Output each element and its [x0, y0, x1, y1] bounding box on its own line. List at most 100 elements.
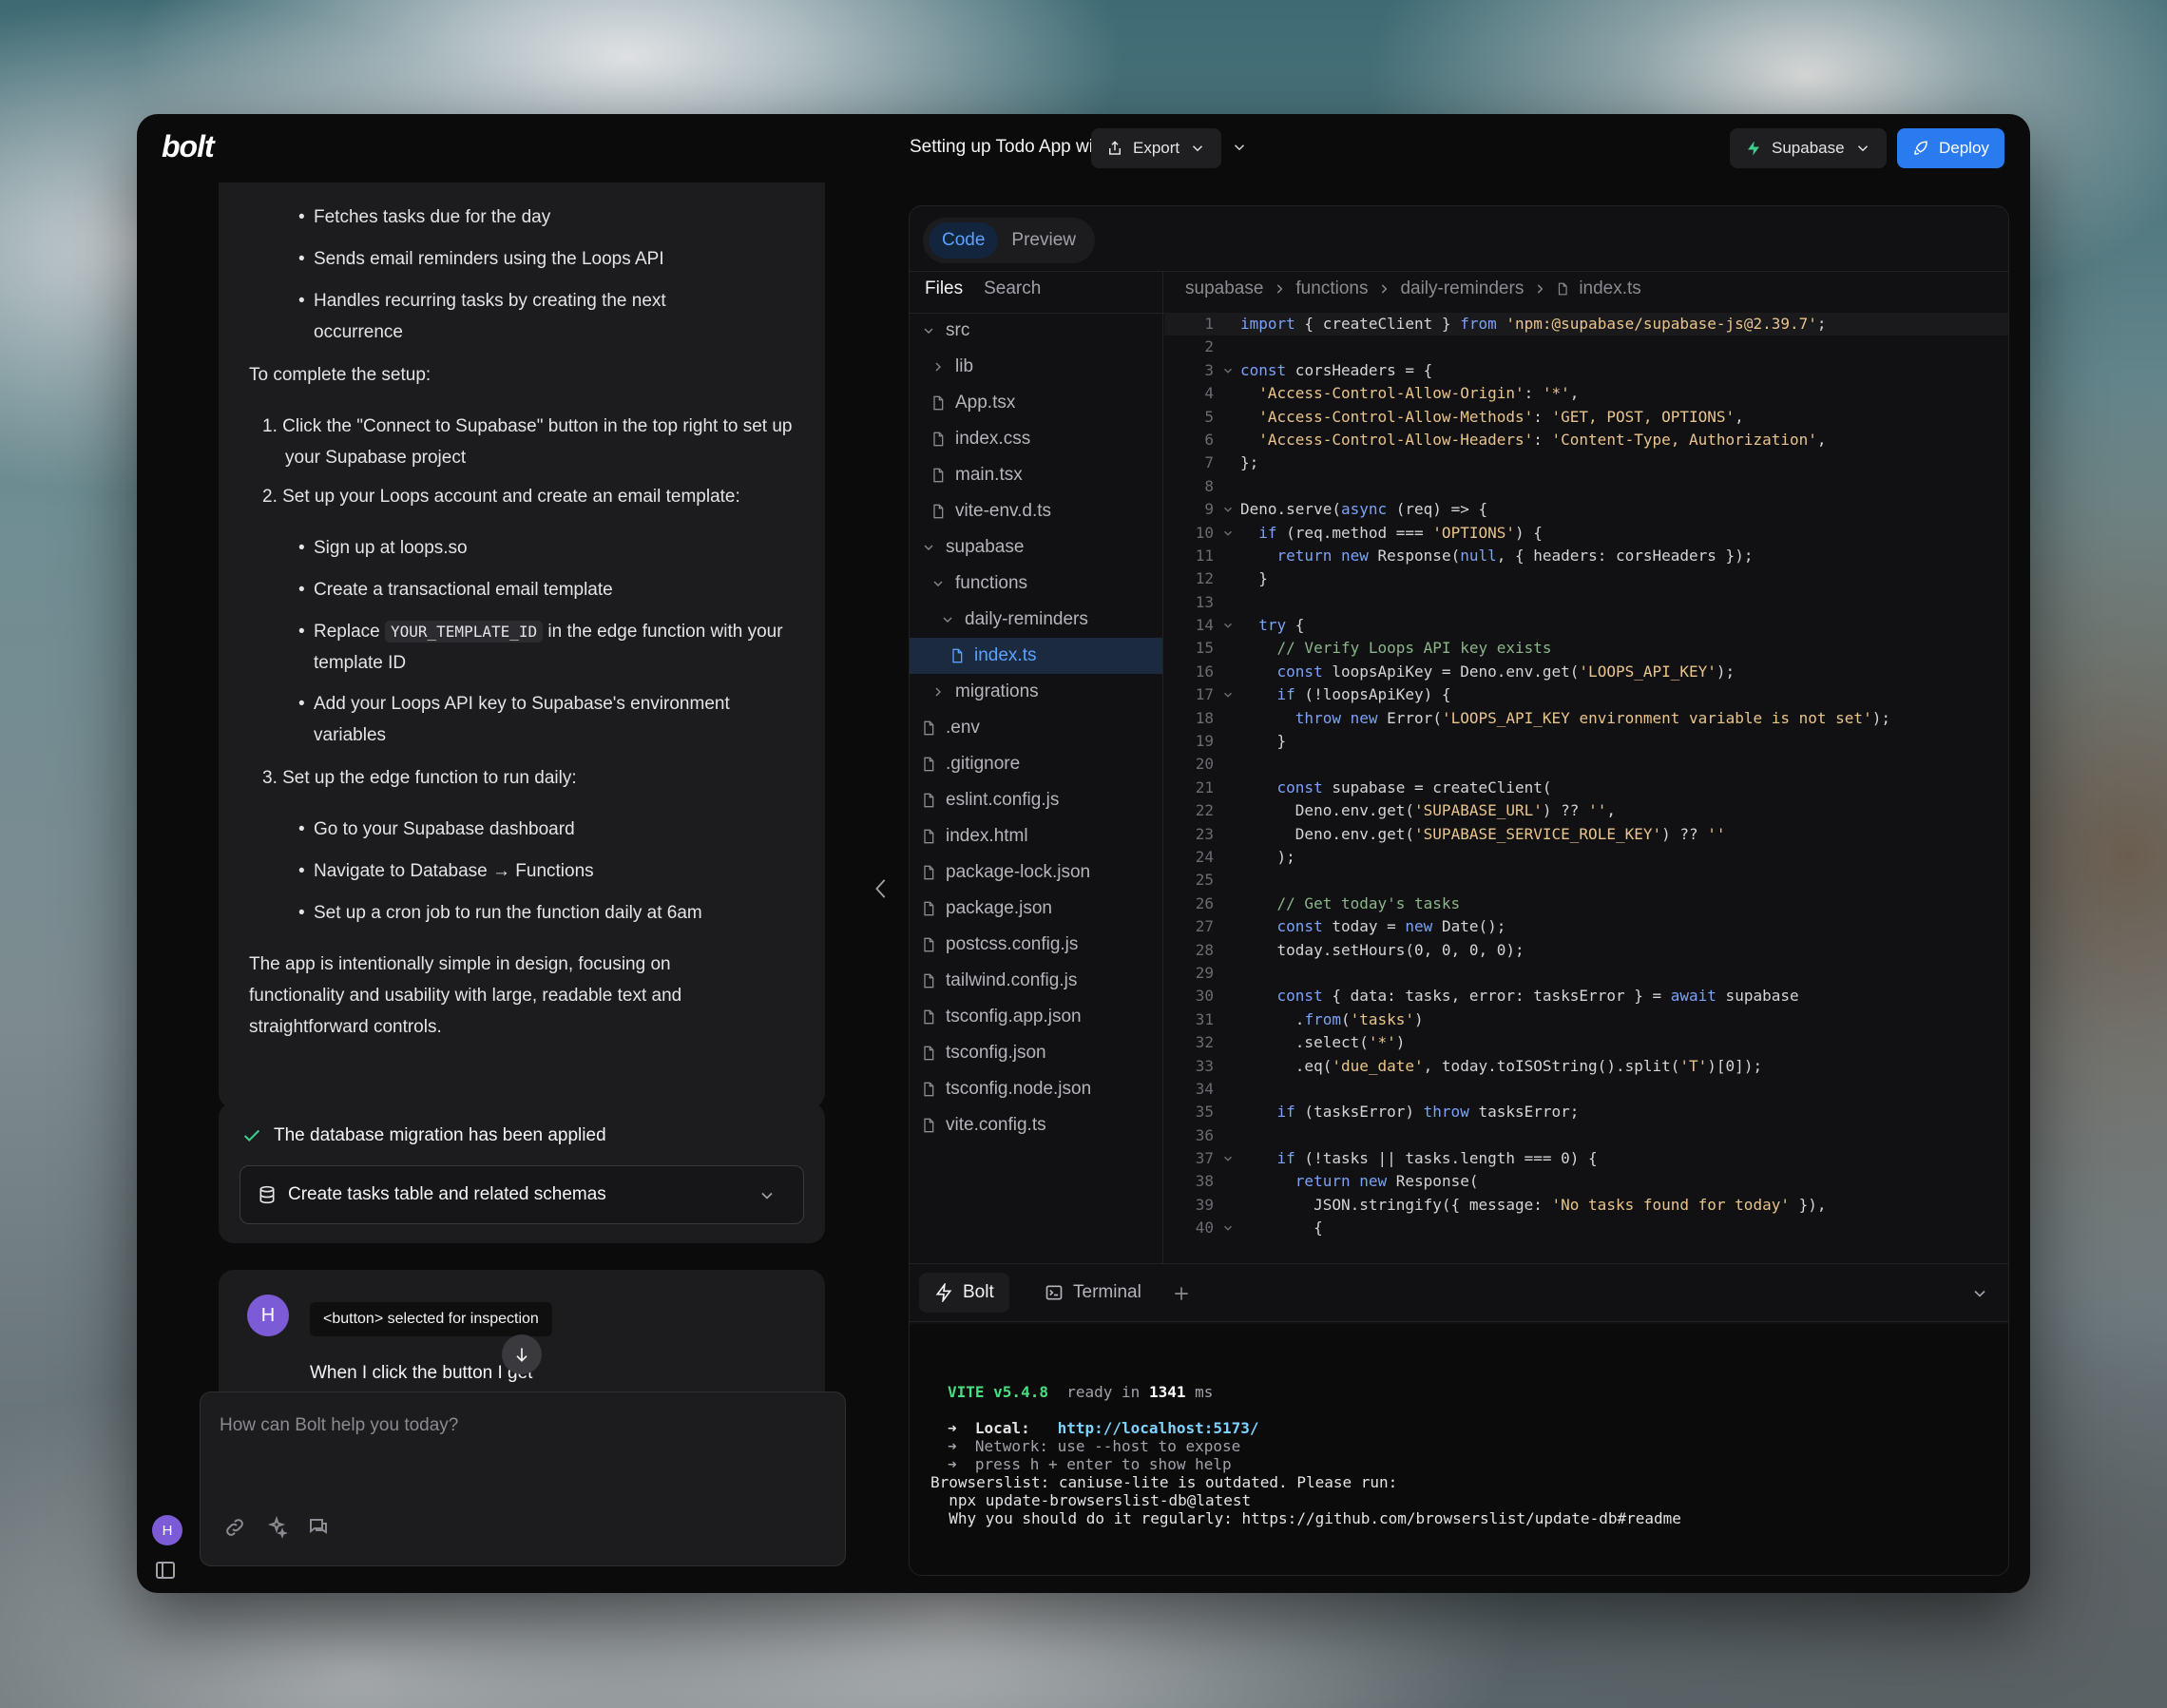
fold-chevron-icon[interactable] — [1221, 503, 1235, 516]
code-line[interactable]: 13 — [1164, 591, 2008, 614]
code-line[interactable]: 3 const corsHeaders = { — [1164, 359, 2008, 382]
tab-bolt-terminal[interactable]: Bolt — [919, 1273, 1009, 1313]
fold-chevron-icon[interactable] — [1221, 619, 1235, 632]
panel-divider[interactable] — [1162, 271, 1163, 1263]
tab-code[interactable]: Code — [929, 222, 999, 259]
folder-tree-item[interactable]: supabase — [910, 529, 1162, 566]
supabase-button[interactable]: Supabase — [1730, 128, 1887, 168]
code-line[interactable]: 7}; — [1164, 451, 2008, 474]
breadcrumb-item[interactable]: supabase — [1185, 278, 1263, 299]
attach-link-icon[interactable] — [223, 1516, 246, 1539]
code-line[interactable]: 16 const loopsApiKey = Deno.env.get('LOO… — [1164, 661, 2008, 683]
code-line[interactable]: 18 throw new Error('LOOPS_API_KEY enviro… — [1164, 707, 2008, 730]
fold-chevron-icon[interactable] — [1221, 1152, 1235, 1165]
file-tree-item[interactable]: package-lock.json — [910, 854, 1162, 891]
tab-terminal[interactable]: Terminal — [1029, 1273, 1157, 1313]
breadcrumb-item[interactable]: functions — [1295, 278, 1368, 299]
add-terminal-icon[interactable] — [1172, 1284, 1191, 1303]
code-line[interactable]: 17 if (!loopsApiKey) { — [1164, 683, 2008, 706]
terminal-output[interactable]: VITE v5.4.8 ready in 1341 ms ➜ Local: ht… — [910, 1324, 2008, 1575]
file-tree-item[interactable]: postcss.config.js — [910, 927, 1162, 963]
export-button[interactable]: Export — [1091, 128, 1222, 168]
file-tree-item[interactable]: index.ts — [910, 638, 1162, 674]
file-tree-item[interactable]: package.json — [910, 891, 1162, 927]
workbench: Code Preview Files Search supabase funct… — [909, 205, 2009, 1576]
code-line[interactable]: 30 const { data: tasks, error: tasksErro… — [1164, 985, 2008, 1008]
code-line[interactable]: 23 Deno.env.get('SUPABASE_SERVICE_ROLE_K… — [1164, 823, 2008, 846]
folder-tree-item[interactable]: src — [910, 313, 1162, 349]
code-line[interactable]: 40 { — [1164, 1217, 2008, 1239]
code-line[interactable]: 14 try { — [1164, 614, 2008, 637]
code-line[interactable]: 6 'Access-Control-Allow-Headers': 'Conte… — [1164, 429, 2008, 451]
file-tree-item[interactable]: main.tsx — [910, 457, 1162, 493]
code-line[interactable]: 25 — [1164, 869, 2008, 892]
code-line[interactable]: 24 ); — [1164, 846, 2008, 869]
file-tree-item[interactable]: eslint.config.js — [910, 782, 1162, 818]
code-line[interactable]: 12 } — [1164, 567, 2008, 590]
code-editor[interactable]: 1 import { createClient } from 'npm:@supa… — [1164, 313, 2008, 1263]
folder-tree-item[interactable]: lib — [910, 349, 1162, 385]
code-line[interactable]: 37 if (!tasks || tasks.length === 0) { — [1164, 1147, 2008, 1170]
bolt-logo[interactable]: bolt — [162, 129, 215, 164]
enhance-prompt-icon[interactable] — [265, 1516, 288, 1539]
deploy-button[interactable]: Deploy — [1897, 128, 2004, 168]
folder-tree-item[interactable]: daily-reminders — [910, 602, 1162, 638]
code-line[interactable]: 32 .select('*') — [1164, 1031, 2008, 1054]
code-line[interactable]: 34 — [1164, 1078, 2008, 1101]
code-line[interactable]: 1 import { createClient } from 'npm:@supa… — [1164, 313, 2008, 336]
code-line[interactable]: 26 // Get today's tasks — [1164, 892, 2008, 915]
code-line[interactable]: 8 — [1164, 475, 2008, 498]
code-line[interactable]: 19 } — [1164, 730, 2008, 753]
file-tree-item[interactable]: .gitignore — [910, 746, 1162, 782]
sidebar-toggle-icon[interactable] — [154, 1559, 177, 1582]
code-line[interactable]: 31 .from('tasks') — [1164, 1008, 2008, 1031]
discuss-icon[interactable] — [307, 1516, 330, 1539]
profile-avatar[interactable]: H — [152, 1515, 182, 1545]
code-line[interactable]: 38 return new Response( — [1164, 1170, 2008, 1193]
code-line[interactable]: 15 // Verify Loops API key exists — [1164, 637, 2008, 660]
code-line[interactable]: 10 if (req.method === 'OPTIONS') { — [1164, 522, 2008, 545]
code-line[interactable]: 22 Deno.env.get('SUPABASE_URL') ?? '', — [1164, 799, 2008, 822]
chat-input[interactable]: How can Bolt help you today? — [200, 1391, 846, 1566]
code-line[interactable]: 35 if (tasksError) throw tasksError; — [1164, 1101, 2008, 1123]
breadcrumb-item[interactable]: index.ts — [1579, 278, 1640, 299]
file-tree-item[interactable]: tsconfig.app.json — [910, 999, 1162, 1035]
code-line[interactable]: 29 — [1164, 962, 2008, 985]
migration-item-dropdown[interactable]: Create tasks table and related schemas — [240, 1165, 804, 1224]
file-tree-item[interactable]: .env — [910, 710, 1162, 746]
file-tree-item[interactable]: tsconfig.json — [910, 1035, 1162, 1071]
tab-search[interactable]: Search — [984, 278, 1041, 299]
chevron-left-icon[interactable] — [871, 874, 892, 903]
code-line[interactable]: 20 — [1164, 753, 2008, 776]
fold-chevron-icon[interactable] — [1221, 364, 1235, 377]
file-tree-item[interactable]: App.tsx — [910, 385, 1162, 421]
code-line[interactable]: 2 — [1164, 336, 2008, 358]
code-line[interactable]: 21 const supabase = createClient( — [1164, 777, 2008, 799]
scroll-to-bottom-button[interactable] — [502, 1334, 542, 1374]
tab-preview[interactable]: Preview — [998, 222, 1089, 259]
fold-chevron-icon[interactable] — [1221, 1221, 1235, 1235]
chevron-down-icon[interactable] — [1970, 1284, 1989, 1303]
code-line[interactable]: 36 — [1164, 1124, 2008, 1147]
tab-files[interactable]: Files — [925, 278, 963, 299]
file-tree-item[interactable]: index.css — [910, 421, 1162, 457]
code-line[interactable]: 5 'Access-Control-Allow-Methods': 'GET, … — [1164, 406, 2008, 429]
code-line[interactable]: 4 'Access-Control-Allow-Origin': '*', — [1164, 382, 2008, 405]
code-line[interactable]: 28 today.setHours(0, 0, 0, 0); — [1164, 939, 2008, 962]
file-tree-item[interactable]: vite.config.ts — [910, 1107, 1162, 1143]
file-tree-item[interactable]: index.html — [910, 818, 1162, 854]
breadcrumb-item[interactable]: daily-reminders — [1400, 278, 1524, 299]
code-line[interactable]: 27 const today = new Date(); — [1164, 915, 2008, 938]
code-line[interactable]: 39 JSON.stringify({ message: 'No tasks f… — [1164, 1194, 2008, 1217]
file-tree-item[interactable]: tsconfig.node.json — [910, 1071, 1162, 1107]
code-line[interactable]: 33 .eq('due_date', today.toISOString().s… — [1164, 1055, 2008, 1078]
file-tree-item[interactable]: tailwind.config.js — [910, 963, 1162, 999]
folder-tree-item[interactable]: migrations — [910, 674, 1162, 710]
fold-chevron-icon[interactable] — [1221, 688, 1235, 701]
fold-chevron-icon[interactable] — [1221, 527, 1235, 540]
folder-tree-item[interactable]: functions — [910, 566, 1162, 602]
file-tree-item[interactable]: vite-env.d.ts — [910, 493, 1162, 529]
local-url[interactable]: http://localhost:5173/ — [1058, 1419, 1259, 1437]
code-line[interactable]: 9 Deno.serve(async (req) => { — [1164, 498, 2008, 521]
code-line[interactable]: 11 return new Response(null, { headers: … — [1164, 545, 2008, 567]
